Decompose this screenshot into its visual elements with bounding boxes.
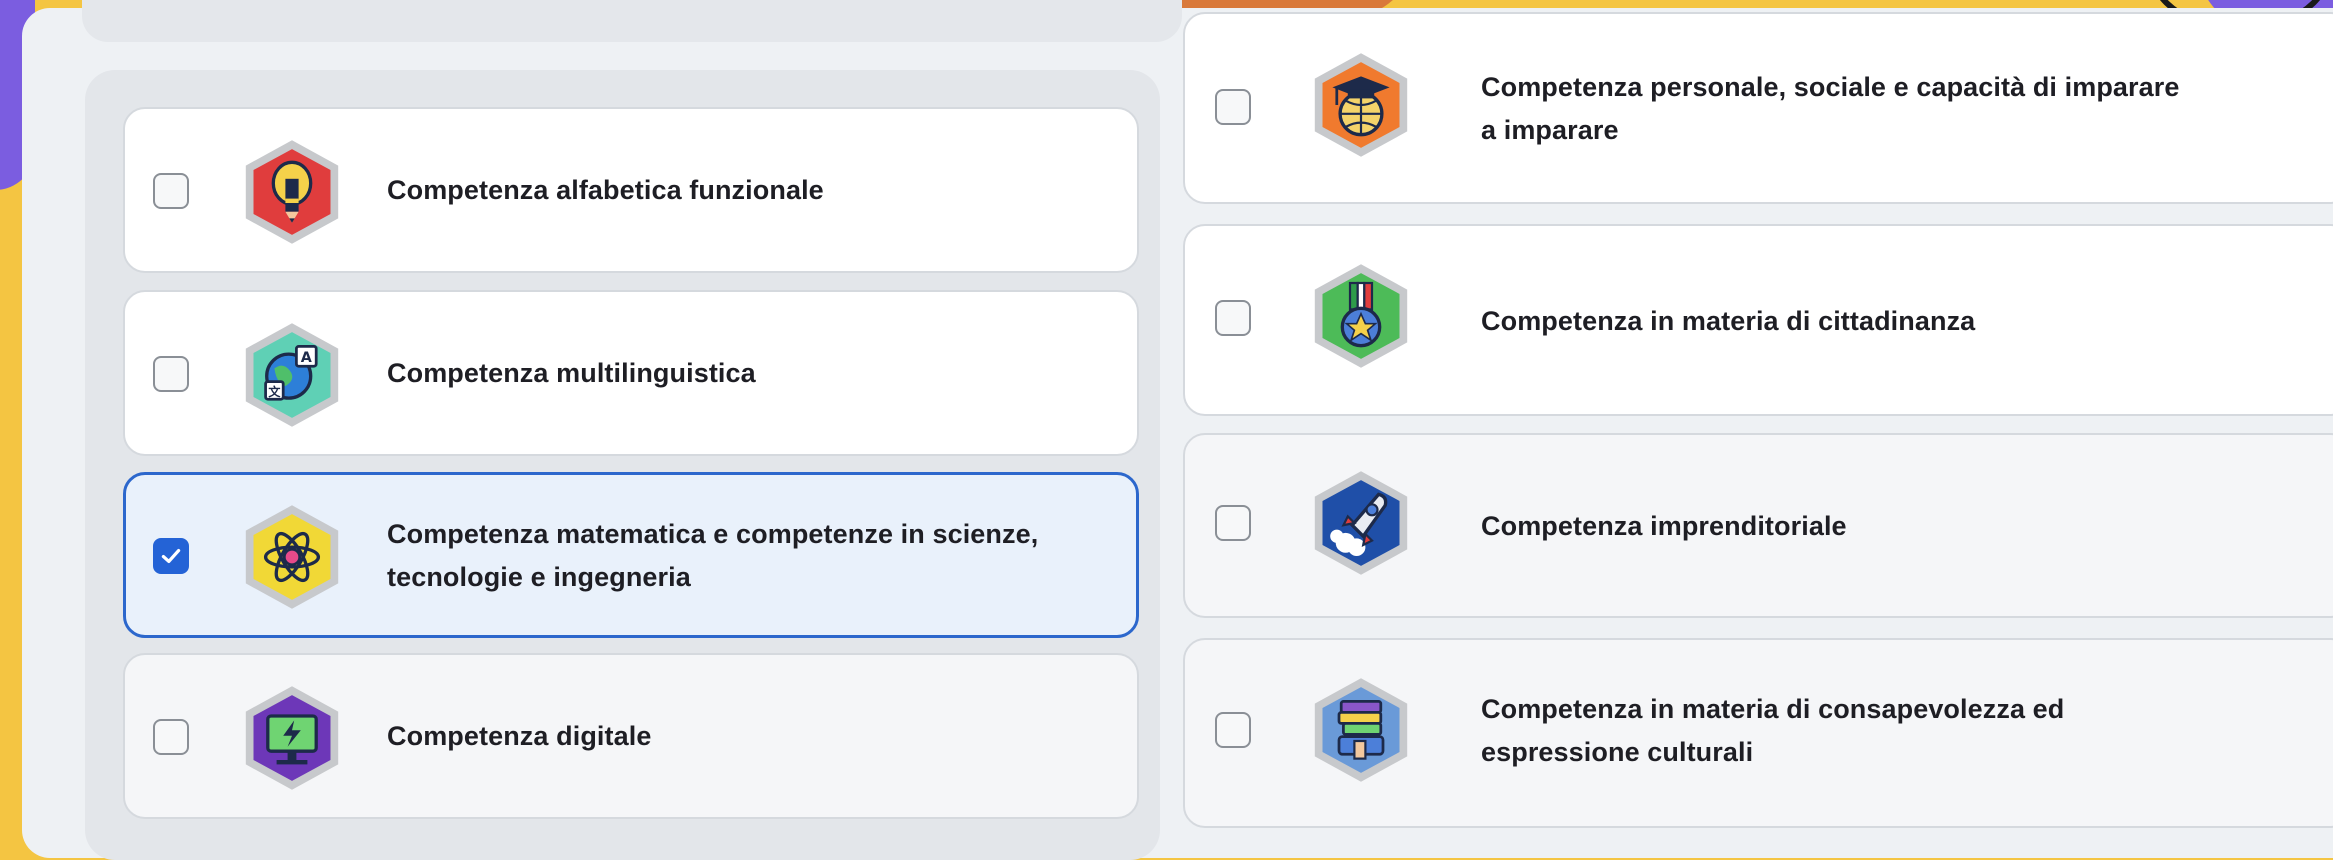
competency-option-imprenditoriale[interactable]: Competenza imprenditoriale bbox=[1183, 433, 2333, 618]
medal-star-icon bbox=[1314, 264, 1408, 368]
svg-text:文: 文 bbox=[268, 384, 281, 399]
competency-option-multilinguistica[interactable]: A 文 Competenza multilinguistica bbox=[123, 290, 1139, 456]
option-label: Competenza alfabetica funzionale bbox=[387, 175, 824, 205]
option-label: Competenza matematica e competenze in sc… bbox=[387, 519, 1039, 592]
panel-top-strip bbox=[82, 0, 1182, 42]
checkbox[interactable] bbox=[1215, 89, 1251, 125]
option-label: Competenza multilinguistica bbox=[387, 358, 756, 388]
rocket-icon bbox=[1314, 471, 1408, 575]
checkbox-checked[interactable] bbox=[153, 538, 189, 574]
competency-option-alfabetica[interactable]: Competenza alfabetica funzionale bbox=[123, 107, 1139, 273]
option-label: Competenza imprenditoriale bbox=[1481, 511, 1847, 541]
checkbox[interactable] bbox=[1215, 505, 1251, 541]
checkbox[interactable] bbox=[1215, 300, 1251, 336]
lightbulb-pencil-icon bbox=[245, 140, 339, 244]
competency-option-culturale[interactable]: Competenza in materia di consapevolezza … bbox=[1183, 638, 2333, 828]
books-scroll-icon bbox=[1314, 678, 1408, 782]
option-label: Competenza digitale bbox=[387, 721, 652, 751]
competency-option-personale[interactable]: Competenza personale, sociale e capacità… bbox=[1183, 12, 2333, 204]
competency-option-matematica[interactable]: Competenza matematica e competenze in sc… bbox=[123, 472, 1139, 638]
checkbox[interactable] bbox=[153, 719, 189, 755]
checkbox[interactable] bbox=[153, 356, 189, 392]
atom-icon bbox=[245, 505, 339, 609]
svg-text:A: A bbox=[301, 350, 312, 366]
checkmark-icon bbox=[161, 548, 181, 564]
option-label: Competenza personale, sociale e capacità… bbox=[1481, 72, 2180, 145]
computer-lightning-icon bbox=[245, 686, 339, 790]
checkbox[interactable] bbox=[153, 173, 189, 209]
option-label: Competenza in materia di cittadinanza bbox=[1481, 306, 1976, 336]
competency-option-cittadinanza[interactable]: Competenza in materia di cittadinanza bbox=[1183, 224, 2333, 416]
checkbox[interactable] bbox=[1215, 712, 1251, 748]
graduation-cap-globe-icon bbox=[1314, 53, 1408, 157]
globe-translate-icon: A 文 bbox=[245, 323, 339, 427]
option-label: Competenza in materia di consapevolezza … bbox=[1481, 694, 2065, 767]
competency-option-digitale[interactable]: Competenza digitale bbox=[123, 653, 1139, 819]
